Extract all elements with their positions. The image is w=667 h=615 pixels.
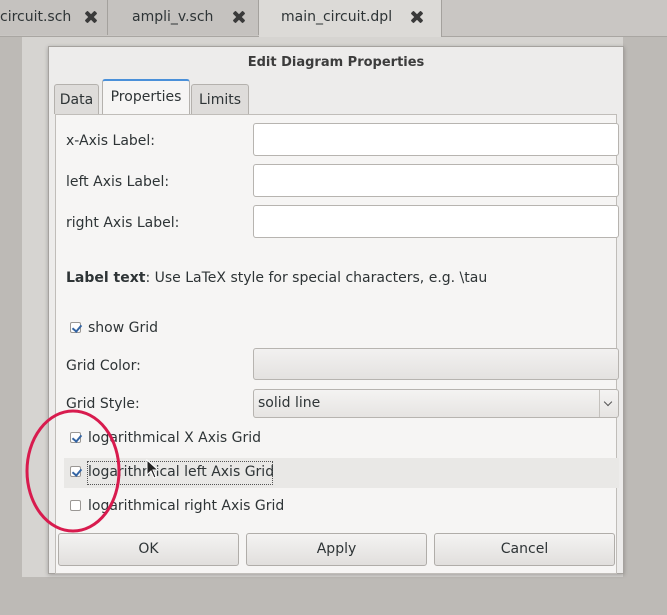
left-axis-label-input[interactable] [253, 164, 619, 197]
log-x-axis-grid-checkbox[interactable]: logarithmical X Axis Grid [64, 424, 314, 454]
log-left-axis-grid-label: logarithmical left Axis Grid [88, 464, 275, 480]
mouse-cursor-icon [146, 459, 160, 479]
properties-panel: x-Axis Label: left Axis Label: right Axi… [55, 114, 619, 574]
left-axis-label: left Axis Label: [66, 174, 170, 190]
edit-diagram-properties-dialog: Edit Diagram Properties Data Properties … [48, 46, 624, 574]
checkbox-checked-icon[interactable] [70, 466, 81, 477]
dialog-title: Edit Diagram Properties [247, 55, 425, 70]
file-tab-circuit[interactable]: circuit.sch [0, 0, 108, 35]
grid-style-value: solid line [258, 395, 321, 411]
x-axis-label-input[interactable] [253, 123, 619, 156]
dropdown-arrow-icon[interactable] [599, 390, 618, 417]
tab-data[interactable]: Data [54, 84, 99, 114]
ok-button[interactable]: OK [58, 533, 239, 566]
log-right-axis-grid-label: logarithmical right Axis Grid [88, 498, 285, 514]
show-grid-label: show Grid [88, 320, 159, 336]
cancel-button[interactable]: Cancel [434, 533, 615, 566]
apply-button[interactable]: Apply [246, 533, 427, 566]
grid-style-label: Grid Style: [66, 396, 140, 412]
checkbox-checked-icon[interactable] [70, 322, 81, 333]
label-text-hint: Label text: Use LaTeX style for special … [66, 270, 487, 286]
file-tab-label: circuit.sch [0, 9, 72, 25]
checkbox-unchecked-icon[interactable] [70, 500, 81, 511]
show-grid-checkbox[interactable]: show Grid [64, 314, 214, 344]
close-icon[interactable] [231, 9, 247, 25]
grid-color-button[interactable] [253, 348, 619, 380]
file-tab-ampli-v[interactable]: ampli_v.sch [108, 0, 259, 35]
close-icon[interactable] [409, 9, 425, 25]
grid-style-select[interactable]: solid line [253, 389, 619, 418]
file-tab-strip: circuit.sch ampli_v.sch main_circuit.dpl [0, 0, 667, 37]
right-axis-label: right Axis Label: [66, 215, 180, 231]
log-x-axis-grid-label: logarithmical X Axis Grid [88, 430, 261, 446]
right-axis-label-input[interactable] [253, 205, 619, 238]
log-right-axis-grid-checkbox[interactable]: logarithmical right Axis Grid [64, 492, 324, 522]
checkbox-checked-icon[interactable] [70, 432, 81, 443]
tab-limits[interactable]: Limits [191, 84, 249, 114]
hint-bold: Label text [66, 270, 146, 286]
file-tab-label: main_circuit.dpl [281, 9, 393, 25]
x-axis-label: x-Axis Label: [66, 133, 156, 149]
file-tab-label: ampli_v.sch [132, 9, 214, 25]
hint-text: : Use LaTeX style for special characters… [145, 270, 488, 286]
file-tab-main-circuit[interactable]: main_circuit.dpl [259, 0, 442, 37]
tab-properties[interactable]: Properties [102, 79, 190, 114]
grid-color-label: Grid Color: [66, 358, 141, 374]
close-icon[interactable] [83, 9, 99, 25]
